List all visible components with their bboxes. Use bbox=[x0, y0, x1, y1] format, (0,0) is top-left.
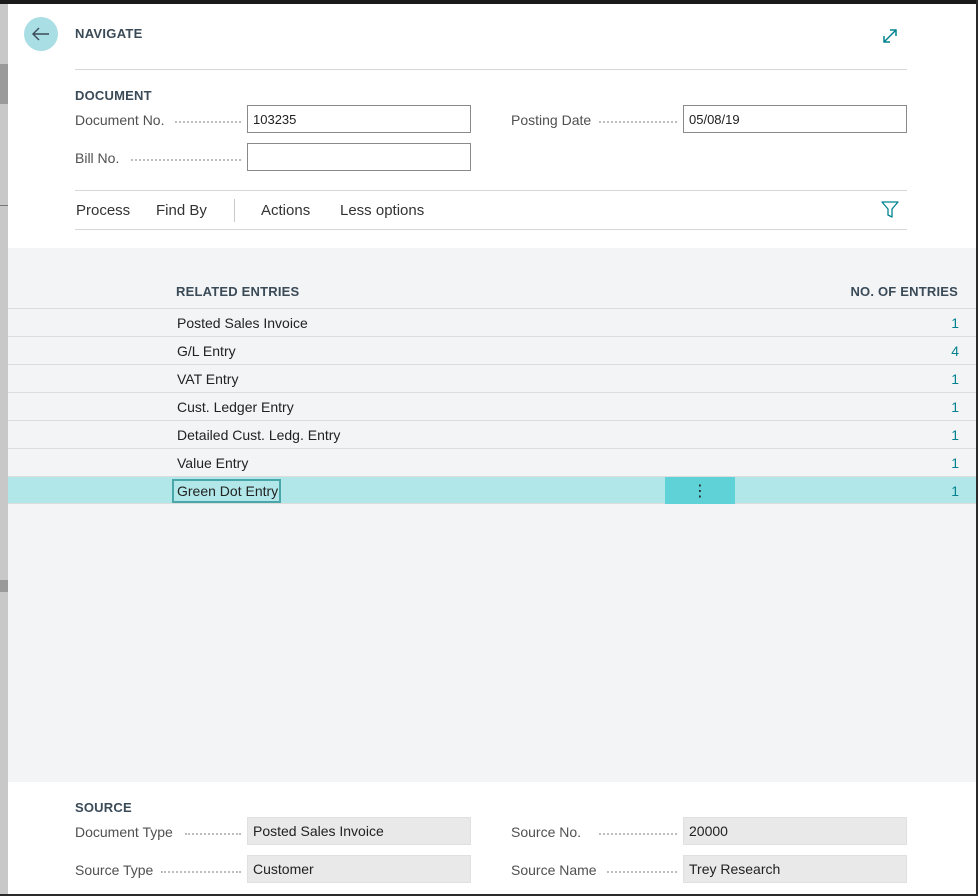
entry-name[interactable]: G/L Entry bbox=[177, 343, 236, 359]
bill-no-label-text: Bill No. bbox=[75, 150, 120, 166]
table-row[interactable]: Posted Sales Invoice 1 bbox=[8, 308, 976, 336]
table-row[interactable]: Value Entry 1 bbox=[8, 448, 976, 476]
entry-name[interactable]: Value Entry bbox=[177, 455, 248, 471]
document-section-title: DOCUMENT bbox=[75, 88, 152, 103]
actions-action[interactable]: Actions bbox=[261, 202, 310, 219]
expand-icon bbox=[883, 29, 897, 43]
table-row[interactable]: VAT Entry 1 bbox=[8, 364, 976, 392]
document-type-value: Posted Sales Invoice bbox=[247, 817, 471, 845]
posting-date-label-text: Posting Date bbox=[511, 112, 592, 128]
back-button[interactable] bbox=[24, 17, 58, 51]
document-no-label: Document No. bbox=[75, 106, 245, 134]
table-row[interactable]: Detailed Cust. Ledg. Entry 1 bbox=[8, 420, 976, 448]
entry-count[interactable]: 4 bbox=[951, 343, 959, 359]
source-section-title: SOURCE bbox=[75, 800, 132, 815]
document-type-label-text: Document Type bbox=[75, 824, 173, 840]
label-leader bbox=[175, 119, 241, 123]
entry-count[interactable]: 1 bbox=[951, 399, 959, 415]
label-leader bbox=[607, 869, 677, 873]
action-separator bbox=[234, 199, 235, 222]
arrow-left-icon bbox=[32, 27, 49, 41]
source-type-label: Source Type bbox=[75, 856, 245, 884]
entry-count[interactable]: 1 bbox=[951, 455, 959, 471]
filter-icon bbox=[881, 201, 899, 218]
row-menu-button[interactable]: ⋮ bbox=[665, 477, 735, 504]
label-leader bbox=[131, 157, 241, 161]
less-options-action[interactable]: Less options bbox=[340, 202, 424, 219]
label-leader bbox=[161, 869, 241, 873]
entry-name[interactable]: Cust. Ledger Entry bbox=[177, 399, 294, 415]
posting-date-input[interactable] bbox=[683, 105, 907, 133]
entry-name[interactable]: Posted Sales Invoice bbox=[177, 315, 308, 331]
background-page-edge bbox=[0, 0, 8, 896]
source-no-label-text: Source No. bbox=[511, 824, 582, 840]
entry-name[interactable]: Green Dot Entry bbox=[172, 479, 282, 503]
expand-button[interactable] bbox=[880, 26, 900, 46]
divider bbox=[75, 229, 907, 230]
posting-date-label: Posting Date bbox=[511, 106, 681, 134]
source-name-value: Trey Research bbox=[683, 855, 907, 883]
entry-name[interactable]: VAT Entry bbox=[177, 371, 238, 387]
divider bbox=[75, 190, 907, 191]
divider bbox=[75, 69, 907, 70]
document-no-input[interactable] bbox=[247, 105, 471, 133]
label-leader bbox=[599, 119, 677, 123]
document-type-label: Document Type bbox=[75, 818, 245, 846]
entry-count[interactable]: 1 bbox=[951, 427, 959, 443]
entry-name[interactable]: Detailed Cust. Ledg. Entry bbox=[177, 427, 340, 443]
source-no-value: 20000 bbox=[683, 817, 907, 845]
source-name-label-text: Source Name bbox=[511, 862, 597, 878]
label-leader bbox=[599, 831, 677, 835]
dialog-title: NAVIGATE bbox=[75, 26, 143, 41]
source-type-label-text: Source Type bbox=[75, 862, 154, 878]
filter-button[interactable] bbox=[881, 201, 899, 223]
label-leader bbox=[185, 831, 241, 835]
navigate-dialog: NAVIGATE DOCUMENT Document No. Posting D… bbox=[8, 4, 976, 894]
bill-no-input[interactable] bbox=[247, 143, 471, 171]
related-entries-header: RELATED ENTRIES bbox=[176, 284, 300, 299]
no-of-entries-header: NO. OF ENTRIES bbox=[850, 284, 958, 299]
source-name-label: Source Name bbox=[511, 856, 681, 884]
entry-count[interactable]: 1 bbox=[951, 483, 959, 499]
related-entries-grid: RELATED ENTRIES NO. OF ENTRIES Posted Sa… bbox=[8, 248, 976, 782]
table-row-selected[interactable]: Green Dot Entry ⋮ 1 bbox=[8, 476, 976, 504]
table-row[interactable]: G/L Entry 4 bbox=[8, 336, 976, 364]
entry-count[interactable]: 1 bbox=[951, 371, 959, 387]
bill-no-label: Bill No. bbox=[75, 144, 245, 172]
table-row[interactable]: Cust. Ledger Entry 1 bbox=[8, 392, 976, 420]
document-no-label-text: Document No. bbox=[75, 112, 165, 128]
source-no-label: Source No. bbox=[511, 818, 681, 846]
find-by-action[interactable]: Find By bbox=[156, 202, 207, 219]
source-type-value: Customer bbox=[247, 855, 471, 883]
process-action[interactable]: Process bbox=[76, 202, 130, 219]
entry-count[interactable]: 1 bbox=[951, 315, 959, 331]
